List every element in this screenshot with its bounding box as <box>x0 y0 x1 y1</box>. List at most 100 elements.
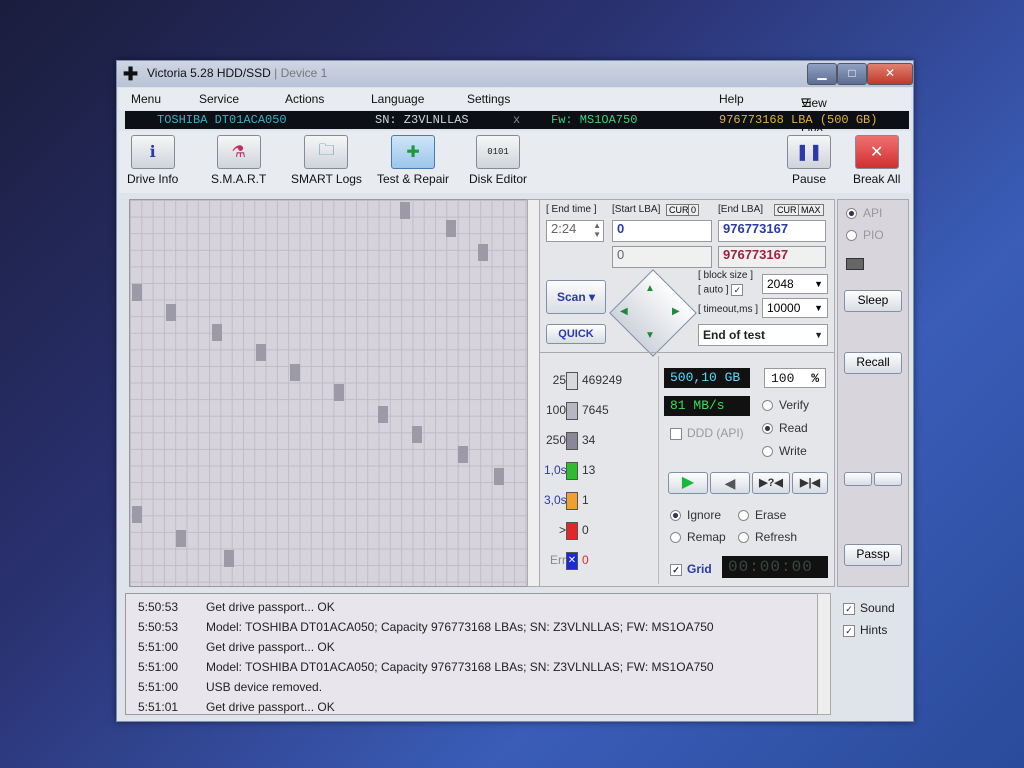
erase-radio[interactable]: Erase <box>738 508 786 522</box>
ddd-api-checkbox[interactable]: DDD (API) <box>670 426 744 440</box>
log-options: ✓ Sound ✓ Hints <box>837 593 907 713</box>
drive-info-button[interactable]: ℹ Drive Info <box>127 135 178 186</box>
stat-value: 0 <box>582 553 589 568</box>
chevron-down-icon: ▼ <box>814 279 823 289</box>
maximize-button[interactable]: □ <box>837 63 867 85</box>
sector-map-grid <box>129 199 529 587</box>
scan-button[interactable]: Scan ▾ <box>546 280 606 314</box>
reverse-icon: ◀ <box>724 475 736 491</box>
test-tubes-icon: ⚗ <box>216 135 261 169</box>
radio-dot <box>762 423 773 435</box>
stat-value: 7645 <box>582 403 609 418</box>
log-entry: 5:50:53 Get drive passport... OK <box>138 600 335 614</box>
sector-block <box>212 324 222 341</box>
menu-settings[interactable]: Settings <box>467 92 510 106</box>
sector-block <box>446 220 456 237</box>
side-small-button-1[interactable] <box>844 472 872 486</box>
remap-radio[interactable]: Remap <box>670 530 726 544</box>
skip-end-button[interactable]: ▶|◀ <box>792 472 828 494</box>
end-action-select[interactable]: End of test ▼ <box>698 324 828 346</box>
skip-end-icon: ▶|◀ <box>800 477 820 489</box>
auto-label: [ auto ] <box>698 284 729 296</box>
stat-label: 3,0s <box>544 493 567 508</box>
test-repair-label: Test & Repair <box>377 172 450 186</box>
read-radio[interactable]: Read <box>762 421 808 435</box>
sleep-button[interactable]: Sleep <box>844 290 902 312</box>
log-scrollbar[interactable] <box>817 593 831 715</box>
disk-editor-label: Disk Editor <box>469 172 528 186</box>
sector-block <box>132 506 142 523</box>
break-all-button[interactable]: ✕ Break All <box>853 135 900 186</box>
sound-checkbox[interactable]: ✓ Sound <box>843 601 895 615</box>
log-entry: 5:51:00 Model: TOSHIBA DT01ACA050; Capaci… <box>138 660 714 674</box>
log-time: 5:51:00 <box>138 640 179 654</box>
ddd-label: DDD (API) <box>687 426 744 440</box>
log-message: Get drive passport... OK <box>206 600 335 614</box>
pause-button[interactable]: ❚❚ Pause <box>787 135 831 186</box>
arrow-left-icon[interactable]: ◀ <box>620 306 628 317</box>
divider <box>658 356 659 584</box>
radio-dot <box>738 532 749 544</box>
ignore-radio[interactable]: Ignore <box>670 508 721 522</box>
reverse-button[interactable]: ◀ <box>710 472 750 494</box>
test-repair-button[interactable]: ✚ Test & Repair <box>377 135 449 186</box>
disk-editor-button[interactable]: 0101 Disk Editor <box>469 135 527 186</box>
chevron-down-icon: ▾ <box>589 290 596 304</box>
stat-swatch <box>566 372 578 390</box>
folder-icon: 🗀 <box>304 135 349 169</box>
arrow-up-icon[interactable]: ▲ <box>645 283 655 294</box>
timeout-select[interactable]: 10000 ▼ <box>762 298 828 318</box>
grid-checkbox[interactable]: ✓ Grid <box>670 562 712 576</box>
passp-button[interactable]: Passp <box>844 544 902 566</box>
arrow-right-icon[interactable]: ▶ <box>672 306 680 317</box>
menu-language[interactable]: Language <box>371 92 424 106</box>
recall-button[interactable]: Recall <box>844 352 902 374</box>
side-panel: API PIO Sleep Recall Passp <box>837 199 909 587</box>
spinner-icon[interactable]: ▲ ▼ <box>593 221 601 239</box>
stat-label: 25 <box>552 373 566 388</box>
refresh-radio[interactable]: Refresh <box>738 530 797 544</box>
percent-value: 100 <box>771 371 795 386</box>
auto-checkbox[interactable]: ✓ <box>731 284 744 296</box>
log-entry: 5:51:00 Get drive passport... OK <box>138 640 335 654</box>
menu-menu[interactable]: Menu <box>131 92 161 106</box>
menu-service[interactable]: Service <box>199 92 239 106</box>
side-small-button-2[interactable] <box>874 472 902 486</box>
end-max-button[interactable]: MAX <box>798 204 824 216</box>
start-zero-button[interactable]: 0 <box>688 204 700 216</box>
minimize-button[interactable]: ▁ <box>807 63 837 85</box>
end-lba-field[interactable]: 976773167 <box>718 220 826 242</box>
end-lba-current: 976773167 <box>718 246 826 268</box>
verify-radio[interactable]: Verify <box>762 398 809 412</box>
write-radio[interactable]: Write <box>762 444 807 458</box>
smart-button[interactable]: ⚗ S.M.A.R.T <box>211 135 266 186</box>
hints-checkbox[interactable]: ✓ Hints <box>843 623 887 637</box>
end-cur-button[interactable]: CUR <box>774 204 800 216</box>
stat-row-100: 100 7645 <box>544 402 609 420</box>
checkbox-box: ✓ <box>670 563 682 576</box>
close-button[interactable]: ✕ <box>867 63 913 85</box>
start-lba-field[interactable]: 0 <box>612 220 712 242</box>
start-lba-label: [Start LBA] <box>612 204 661 215</box>
skip-random-button[interactable]: ▶?◀ <box>752 472 790 494</box>
api-label: API <box>863 206 883 220</box>
sector-block <box>412 426 422 443</box>
grid-label: Grid <box>687 562 712 576</box>
api-radio[interactable]: API <box>846 206 882 220</box>
sector-block <box>494 468 504 485</box>
binary-icon: 0101 <box>476 135 520 169</box>
menu-actions[interactable]: Actions <box>285 92 324 106</box>
device-subtitle: | Device 1 <box>274 66 328 80</box>
block-size-select[interactable]: 2048 ▼ <box>762 274 828 294</box>
quick-button[interactable]: QUICK <box>546 324 606 344</box>
smart-logs-button[interactable]: 🗀 SMART Logs <box>291 135 362 186</box>
menu-help[interactable]: Help <box>719 92 744 106</box>
log-message: Get drive passport... OK <box>206 640 335 654</box>
arrow-down-icon[interactable]: ▼ <box>645 330 655 341</box>
play-button[interactable]: ▶ <box>668 472 708 494</box>
pio-radio[interactable]: PIO <box>846 228 884 242</box>
erase-label: Erase <box>755 508 787 522</box>
end-time-field[interactable]: 2:24 ▲ ▼ <box>546 220 604 242</box>
stat-label: 100 <box>545 403 566 418</box>
sector-block <box>290 364 300 381</box>
